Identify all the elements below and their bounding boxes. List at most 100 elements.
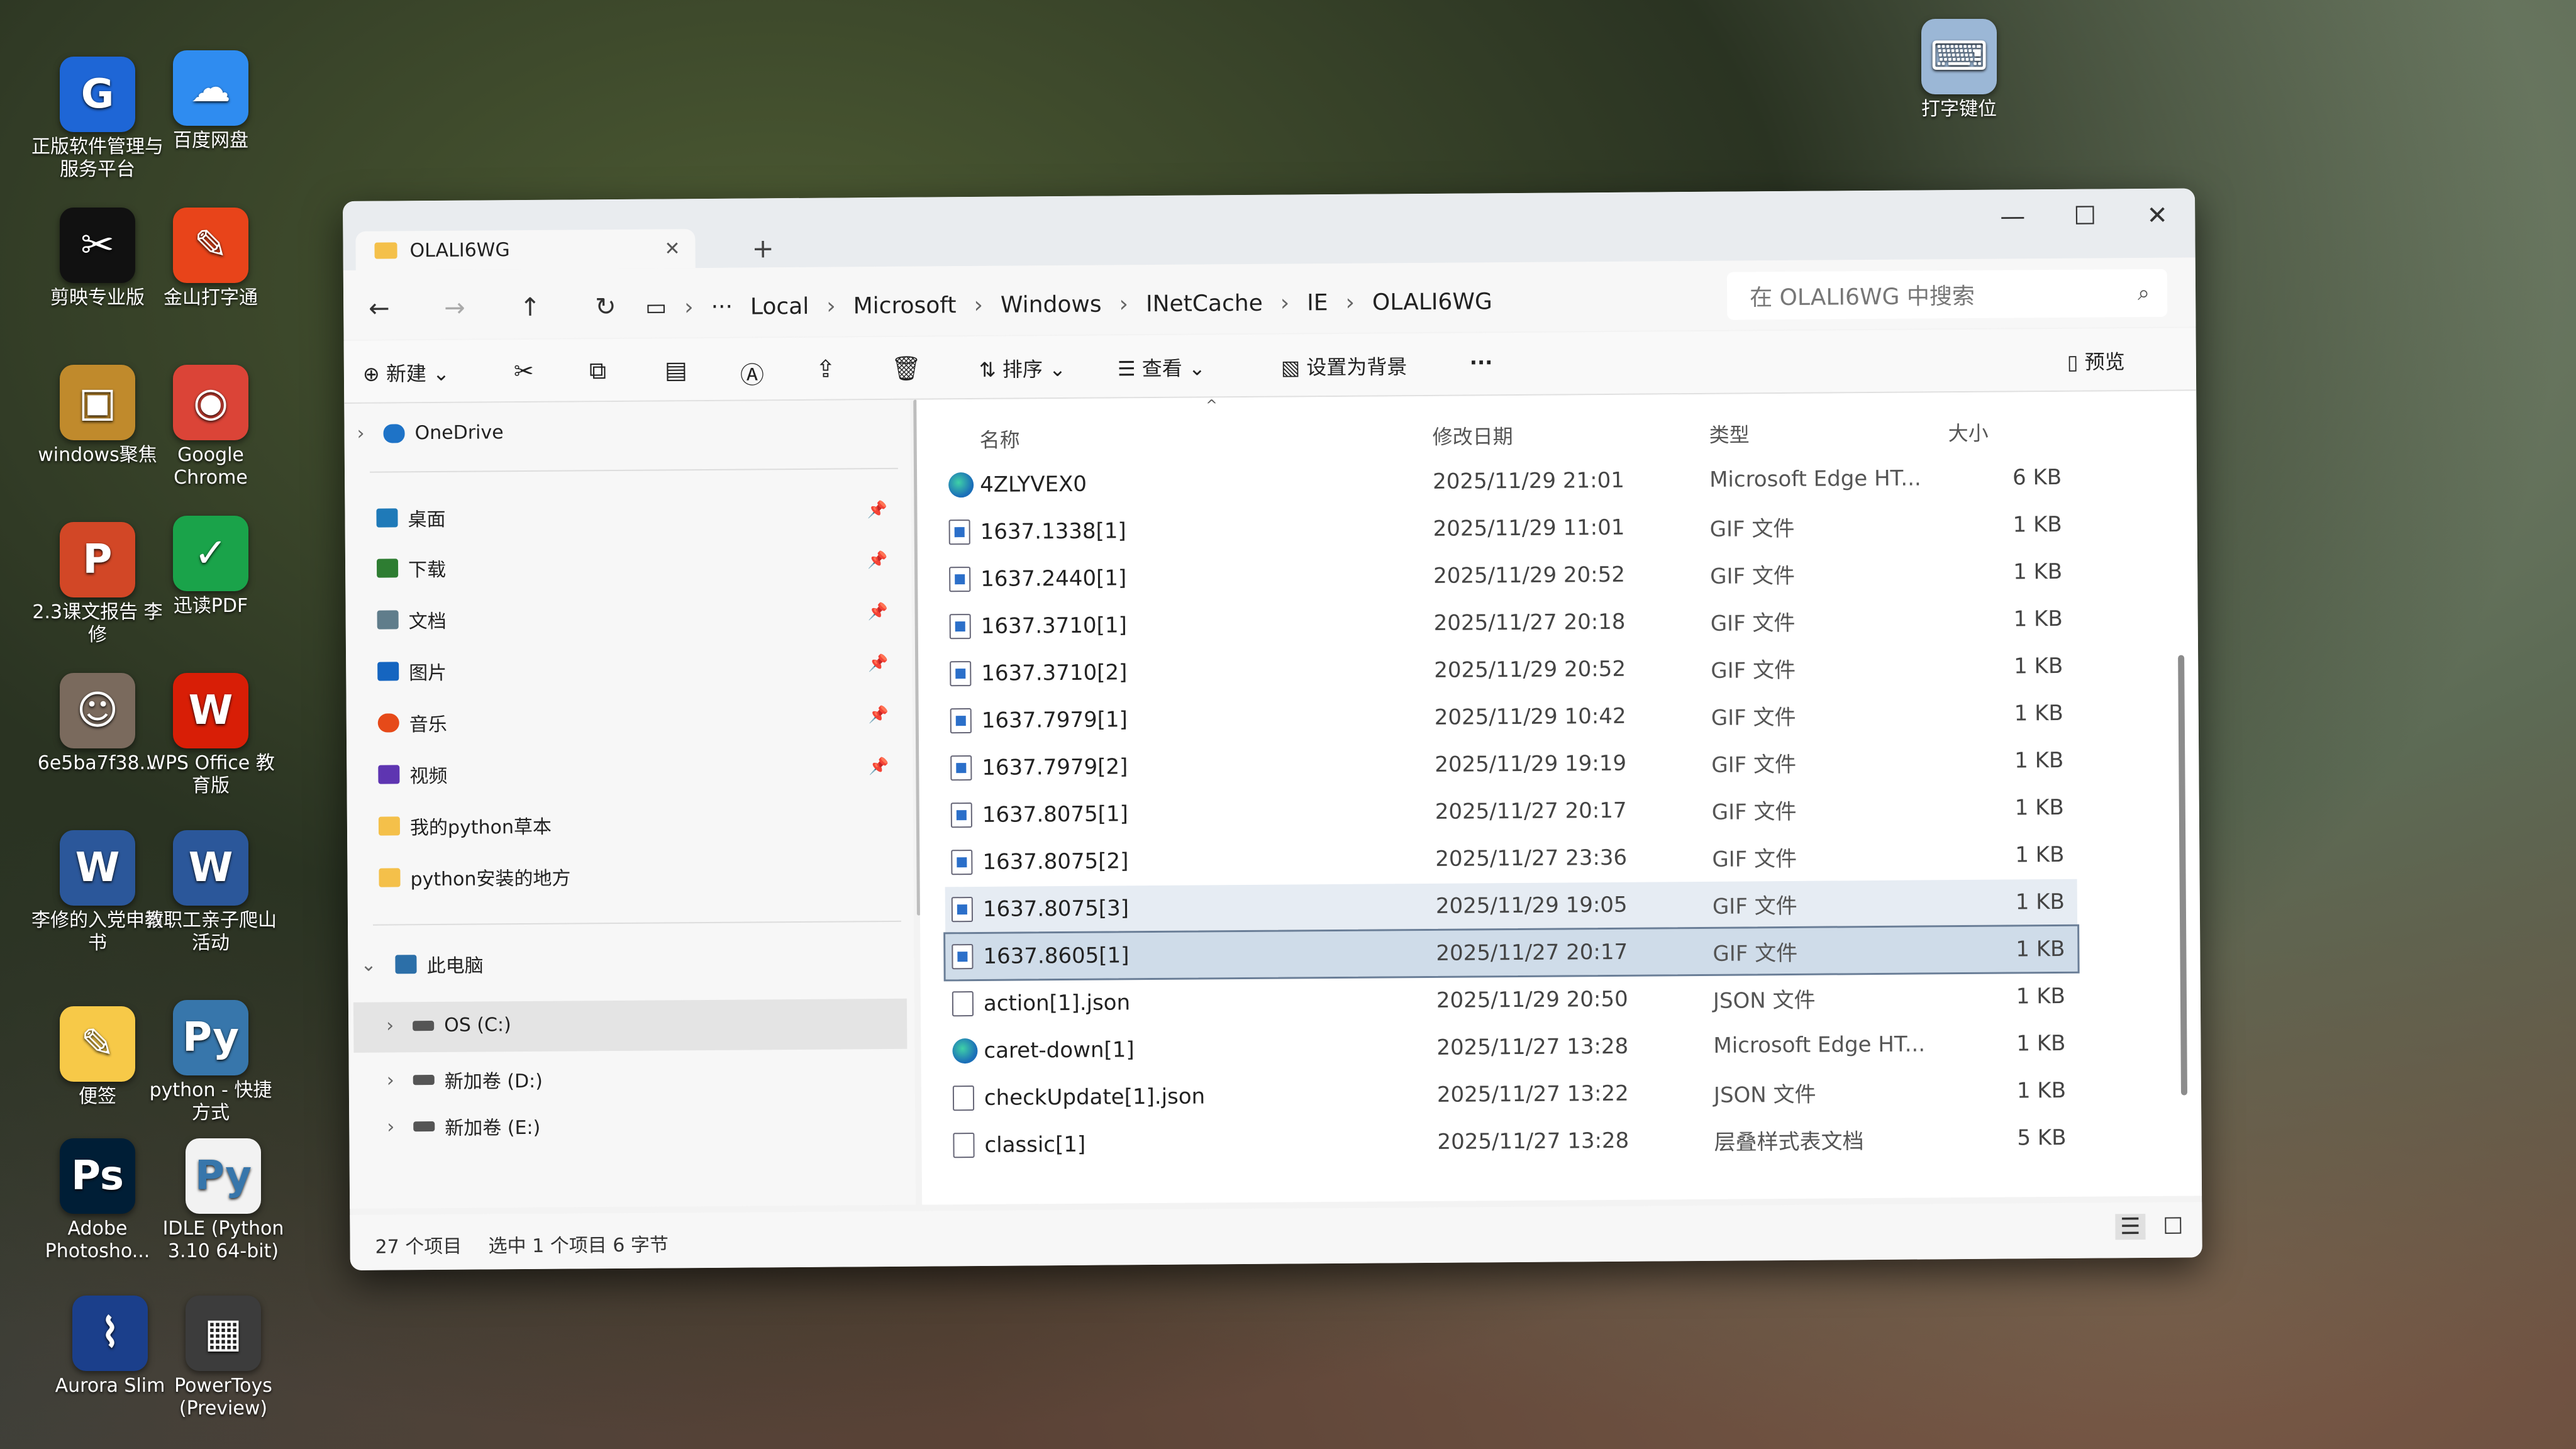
file-row[interactable]: caret-down[1] 2025/11/27 13:28 Microsoft… bbox=[946, 1021, 2078, 1074]
desktop-icon-software-mgr[interactable]: G 正版软件管理与服务平台 bbox=[31, 57, 164, 181]
gif-file-icon bbox=[951, 850, 973, 875]
file-row[interactable]: classic[1] 2025/11/27 13:28 层叠样式表文档 5 KB bbox=[947, 1115, 2079, 1169]
preview-button[interactable]: ▯ 预览 bbox=[2067, 346, 2125, 375]
desktop-icon-photo-file[interactable]: ☺ 6e5ba7f38... bbox=[31, 673, 164, 775]
sidebar-item-onedrive[interactable]: › OneDrive bbox=[357, 421, 503, 445]
search-input[interactable]: 在 OLALI6WG 中搜索 ⌕ bbox=[1726, 269, 2168, 320]
pin-icon[interactable]: 📌 bbox=[869, 757, 889, 776]
pin-icon[interactable]: 📌 bbox=[867, 602, 888, 621]
desktop-icon-aurora-slim[interactable]: ⌇ Aurora Slim bbox=[44, 1296, 176, 1397]
sidebar-item-downloads[interactable]: 下载 bbox=[376, 554, 446, 582]
pin-icon[interactable]: 📌 bbox=[867, 501, 887, 519]
column-header-size[interactable]: 大小 bbox=[1948, 418, 1989, 447]
desktop-icon-photoshop[interactable]: Ps Adobe Photosho... bbox=[31, 1138, 164, 1263]
share-icon[interactable]: ⇪ bbox=[816, 355, 836, 383]
minimize-button[interactable]: — bbox=[1978, 202, 2047, 231]
new-button[interactable]: ⊕ 新建 ⌄ bbox=[363, 358, 450, 387]
desktop-icon-typing[interactable]: ✎ 金山打字通 bbox=[145, 208, 277, 309]
search-icon: ⌕ bbox=[2137, 280, 2150, 306]
file-row[interactable]: 1637.8075[3] 2025/11/29 19:05 GIF 文件 1 K… bbox=[945, 879, 2078, 933]
file-date: 2025/11/27 13:22 bbox=[1436, 1080, 1629, 1108]
maximize-button[interactable]: ☐ bbox=[2050, 201, 2119, 231]
file-row[interactable]: 1637.1338[1] 2025/11/29 11:01 GIF 文件 1 K… bbox=[942, 502, 2074, 555]
sort-button[interactable]: ⇅ 排序 ⌄ bbox=[979, 353, 1066, 383]
sidebar-item-pictures[interactable]: 图片 bbox=[377, 657, 447, 686]
new-tab-button[interactable]: + bbox=[752, 233, 774, 264]
file-row[interactable]: 1637.7979[1] 2025/11/29 10:42 GIF 文件 1 K… bbox=[944, 691, 2076, 744]
breadcrumb-item-microsoft[interactable]: Microsoft bbox=[853, 292, 957, 319]
file-name: checkUpdate[1].json bbox=[984, 1084, 1206, 1111]
more-options-icon[interactable]: ··· bbox=[1470, 350, 1493, 374]
sidebar-item-music[interactable]: 音乐 bbox=[377, 709, 447, 737]
back-arrow-icon[interactable]: ← bbox=[369, 294, 390, 323]
sidebar-item-videos[interactable]: 视频 bbox=[378, 760, 448, 789]
sidebar-label: OneDrive bbox=[414, 421, 504, 445]
tiles-view-icon[interactable]: ☐ bbox=[2163, 1214, 2184, 1240]
column-header-type[interactable]: 类型 bbox=[1709, 419, 1750, 448]
rename-icon[interactable]: Ⓐ bbox=[740, 355, 764, 390]
view-button[interactable]: ☰ 查看 ⌄ bbox=[1118, 352, 1206, 382]
desktop-icon-idle[interactable]: Py IDLE (Python 3.10 64-bit) bbox=[157, 1138, 289, 1263]
sidebar-item-drive-e[interactable]: › 新加卷 (E:) bbox=[387, 1113, 540, 1140]
tab-olali6wg[interactable]: OLALI6WG ✕ bbox=[355, 229, 696, 270]
close-tab-icon[interactable]: ✕ bbox=[664, 238, 680, 260]
sidebar-item-drive-d[interactable]: › 新加卷 (D:) bbox=[387, 1065, 543, 1094]
copy-icon[interactable]: ⧉ bbox=[589, 357, 606, 385]
file-row[interactable]: 1637.8075[1] 2025/11/27 20:17 GIF 文件 1 K… bbox=[945, 785, 2077, 838]
file-row[interactable]: 1637.7979[2] 2025/11/29 19:19 GIF 文件 1 K… bbox=[944, 738, 2076, 791]
sidebar-item-documents[interactable]: 文档 bbox=[377, 606, 447, 634]
file-size: 1 KB bbox=[2016, 936, 2065, 962]
forward-arrow-icon[interactable]: → bbox=[444, 294, 465, 323]
pin-icon[interactable]: 📌 bbox=[869, 706, 889, 724]
sidebar-item-desktop[interactable]: 桌面 bbox=[376, 504, 446, 532]
file-row[interactable]: checkUpdate[1].json 2025/11/27 13:22 JSO… bbox=[947, 1068, 2079, 1121]
desktop-icon-powertoys[interactable]: ▦ PowerToys (Preview) bbox=[157, 1296, 289, 1420]
set-as-background-button[interactable]: ▧ 设置为背景 bbox=[1281, 351, 1407, 380]
cut-icon[interactable]: ✂ bbox=[514, 357, 534, 385]
paste-icon[interactable]: ▤ bbox=[665, 356, 687, 384]
file-row[interactable]: 4ZLYVEX0 2025/11/29 21:01 Microsoft Edge… bbox=[942, 455, 2074, 508]
desktop-icon-word-doc-1[interactable]: W 李修的入党申请书 bbox=[31, 830, 164, 955]
pin-icon[interactable]: 📌 bbox=[868, 654, 889, 673]
pin-icon[interactable]: 📌 bbox=[867, 551, 888, 570]
refresh-icon[interactable]: ↻ bbox=[595, 292, 616, 321]
desktop-icon-label: 打字键位 bbox=[1921, 98, 1997, 120]
desktop-icon-keyboard-layout[interactable]: ⌨ 打字键位 bbox=[1893, 19, 2025, 121]
sidebar-item-this-pc[interactable]: ⌄ 此电脑 bbox=[360, 950, 483, 978]
file-row[interactable]: 1637.3710[2] 2025/11/29 20:52 GIF 文件 1 K… bbox=[943, 643, 2075, 697]
up-arrow-icon[interactable]: ↑ bbox=[519, 293, 541, 322]
close-window-button[interactable]: ✕ bbox=[2123, 201, 2192, 230]
breadcrumb-item-local[interactable]: Local bbox=[750, 294, 809, 320]
desktop-icon-sticky-notes[interactable]: ✎ 便签 bbox=[31, 1006, 164, 1108]
desktop-icon-wps[interactable]: W WPS Office 教育版 bbox=[145, 673, 277, 797]
desktop-icon-capcut[interactable]: ✂ 剪映专业版 bbox=[31, 208, 164, 309]
desktop-icon-chrome[interactable]: ◉ Google Chrome bbox=[145, 365, 277, 489]
breadcrumb-item-ie[interactable]: IE bbox=[1307, 290, 1328, 316]
desktop-icon-ppt-doc[interactable]: P 2.3课文报告 李修 bbox=[31, 522, 164, 647]
file-name: 1637.7979[2] bbox=[982, 754, 1128, 780]
idle-icon: Py bbox=[186, 1138, 261, 1214]
file-row[interactable]: 1637.2440[1] 2025/11/29 20:52 GIF 文件 1 K… bbox=[943, 549, 2075, 602]
sidebar-item-python-drafts[interactable]: 我的python草本 bbox=[378, 811, 552, 840]
desktop-icon-baidu-netdisk[interactable]: ☁ 百度网盘 bbox=[145, 50, 277, 152]
file-row[interactable]: 1637.3710[1] 2025/11/27 20:18 GIF 文件 1 K… bbox=[943, 596, 2075, 650]
breadcrumb-item-windows[interactable]: Windows bbox=[1001, 292, 1102, 318]
desktop-icon-word-doc-2[interactable]: W 教职工亲子爬山活动 bbox=[145, 830, 277, 955]
delete-icon[interactable]: 🗑 bbox=[891, 355, 922, 383]
file-row[interactable]: action[1].json 2025/11/29 20:50 JSON 文件 … bbox=[946, 974, 2078, 1027]
desktop-icon-python[interactable]: Py python - 快捷方式 bbox=[145, 1000, 277, 1124]
vertical-scrollbar[interactable] bbox=[2178, 655, 2187, 1096]
file-row-selected[interactable]: 1637.8605[1] 2025/11/27 20:17 GIF 文件 1 K… bbox=[943, 924, 2080, 982]
file-row[interactable]: 1637.8075[2] 2025/11/27 23:36 GIF 文件 1 K… bbox=[945, 832, 2077, 886]
breadcrumb-item-inetcache[interactable]: INetCache bbox=[1146, 291, 1263, 317]
column-header-date[interactable]: 修改日期 bbox=[1432, 421, 1513, 450]
pc-icon[interactable]: ▭ bbox=[645, 294, 667, 320]
desktop-icon-pdf-reader[interactable]: ✓ 迅读PDF bbox=[145, 516, 277, 618]
breadcrumb-overflow[interactable]: ··· bbox=[711, 294, 733, 320]
breadcrumb-item-current[interactable]: OLALI6WG bbox=[1372, 289, 1492, 315]
column-header-name[interactable]: 名称 bbox=[980, 424, 1020, 453]
sidebar-item-drive-c[interactable]: › OS (C:) bbox=[386, 1014, 511, 1036]
sidebar-item-python-install[interactable]: python安装的地方 bbox=[379, 862, 571, 891]
desktop-icon-spotlight[interactable]: ▣ windows聚焦 bbox=[31, 365, 164, 467]
details-view-icon[interactable]: ☰ bbox=[2115, 1214, 2146, 1240]
